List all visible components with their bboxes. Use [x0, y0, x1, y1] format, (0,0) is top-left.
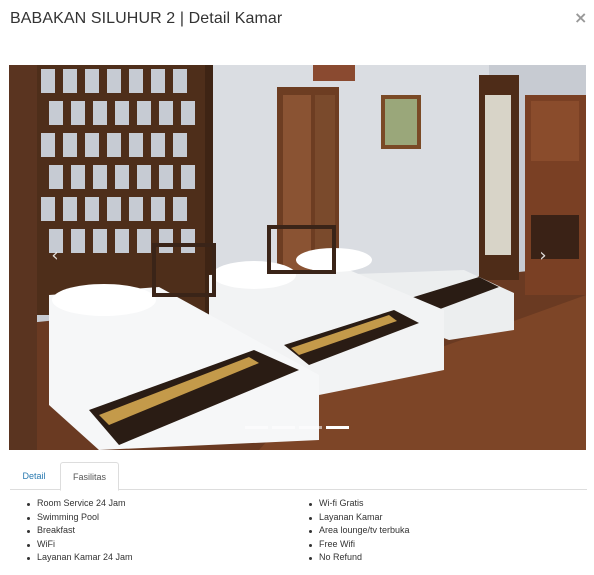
- carousel-prev-button[interactable]: ‹: [47, 245, 63, 267]
- list-item: WiFi: [24, 538, 133, 552]
- close-button[interactable]: ×: [574, 8, 587, 27]
- carousel-indicator-1[interactable]: [245, 426, 268, 429]
- list-item: Breakfast: [24, 524, 133, 538]
- carousel-indicator-2[interactable]: [272, 426, 295, 429]
- list-item: Swimming Pool: [24, 511, 133, 525]
- list-item: Free Wifi: [306, 538, 410, 552]
- tab-bar: Detail Fasilitas: [10, 462, 587, 491]
- list-item: Layanan Kamar: [306, 511, 410, 525]
- list-item: Wi-fi Gratis: [306, 497, 410, 511]
- room-photo: [9, 65, 586, 450]
- list-item: Area lounge/tv terbuka: [306, 524, 410, 538]
- carousel-indicator-4[interactable]: [326, 426, 349, 429]
- list-item: Room Service 24 Jam: [24, 497, 133, 511]
- chevron-right-icon: ›: [539, 245, 547, 266]
- modal-title: BABAKAN SILUHUR 2 | Detail Kamar: [10, 10, 283, 27]
- facility-list-left: Room Service 24 Jam Swimming Pool Breakf…: [24, 497, 133, 565]
- tab-fasilitas[interactable]: Fasilitas: [60, 462, 119, 491]
- carousel-indicator-3[interactable]: [299, 426, 322, 429]
- chevron-left-icon: ‹: [51, 245, 59, 266]
- facility-list-right: Wi-fi Gratis Layanan Kamar Area lounge/t…: [306, 497, 410, 565]
- list-item: Layanan Kamar 24 Jam: [24, 551, 133, 565]
- modal-header: BABAKAN SILUHUR 2 | Detail Kamar ×: [0, 0, 594, 40]
- list-item: No Refund: [306, 551, 410, 565]
- carousel-next-button[interactable]: ›: [535, 245, 551, 267]
- tab-detail[interactable]: Detail: [10, 462, 58, 490]
- room-photo-carousel[interactable]: ‹ ›: [9, 65, 586, 450]
